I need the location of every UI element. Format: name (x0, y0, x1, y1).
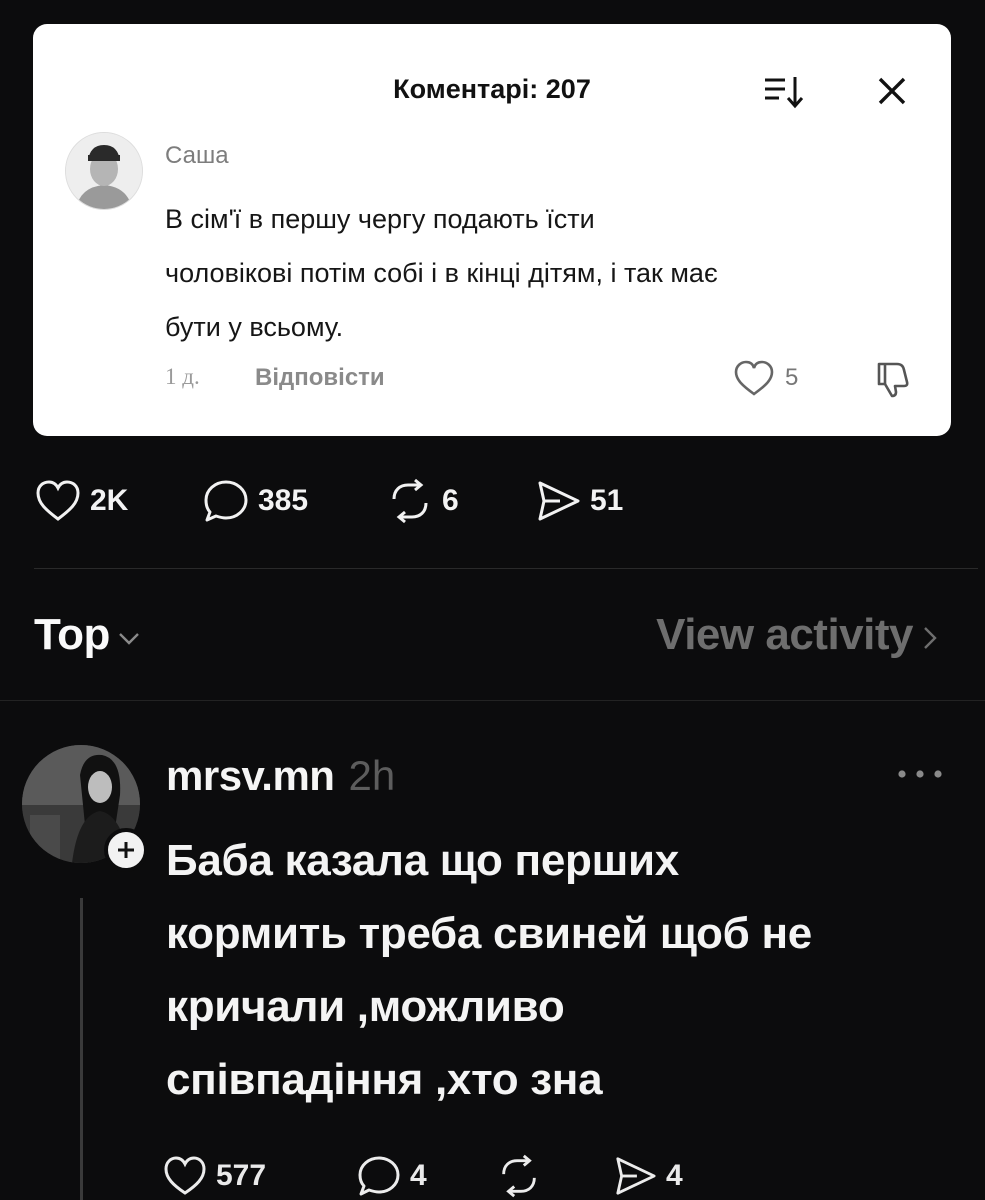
repost-icon (502, 1154, 536, 1198)
share-action[interactable]: 51 (534, 476, 623, 526)
view-activity-label: View activity (656, 610, 913, 659)
repost-count: 6 (442, 484, 459, 517)
reply-text: Баба казала що перших кормить треба свин… (166, 836, 812, 1104)
like-count: 2K (90, 484, 129, 517)
comment-like-count: 5 (785, 364, 799, 391)
comment-time: 1 д. (165, 364, 200, 389)
comment-icon (204, 480, 248, 522)
comments-title: Коментарі: 207 (393, 74, 591, 104)
close-icon[interactable] (875, 74, 909, 108)
reply-repost-action[interactable] (496, 1152, 542, 1200)
sort-dropdown[interactable]: Top (34, 610, 140, 660)
reply-share-action[interactable]: 4 (612, 1152, 683, 1200)
reply-like-action[interactable]: 577 (162, 1152, 266, 1200)
chevron-right-icon (924, 627, 937, 649)
share-count: 51 (590, 484, 624, 517)
repost-icon (392, 478, 428, 524)
commenter-name[interactable]: Саша (165, 142, 229, 170)
dislike-icon[interactable] (871, 358, 913, 398)
like-action[interactable]: 2K (34, 476, 128, 526)
plus-icon (118, 842, 134, 858)
divider (0, 700, 985, 701)
divider (34, 568, 978, 569)
heart-icon (36, 480, 80, 521)
follow-plus-button[interactable] (104, 828, 148, 872)
sort-icon[interactable] (763, 74, 805, 110)
reply-time: 2h (348, 752, 396, 799)
chevron-down-icon (119, 633, 139, 645)
reply-comment-count: 4 (410, 1159, 427, 1192)
reply-share-count: 4 (666, 1159, 683, 1192)
share-icon (616, 1157, 656, 1195)
reply-comment-action[interactable]: 4 (356, 1152, 427, 1200)
share-icon (538, 481, 580, 521)
view-activity-link[interactable]: View activity (656, 610, 937, 660)
reply-header: mrsv.mn 2h (166, 752, 395, 800)
heart-icon (164, 1156, 206, 1195)
commenter-avatar[interactable] (65, 132, 143, 210)
reply-button[interactable]: Відповісти (255, 364, 385, 392)
sort-label: Top (34, 610, 110, 659)
heart-icon[interactable] (733, 360, 775, 398)
reply-like-count: 577 (216, 1159, 267, 1192)
comment-count: 385 (258, 484, 309, 517)
comment-card: Коментарі: 207 Саша В сім'ї в першу черг… (33, 24, 951, 436)
reply-username[interactable]: mrsv.mn (166, 752, 335, 800)
thread-line (80, 898, 83, 1200)
comment-icon (358, 1156, 400, 1196)
more-options-icon[interactable] (896, 768, 944, 780)
comment-text: В сім'ї в першу чергу подають їсти чолов… (165, 204, 718, 342)
repost-action[interactable]: 6 (386, 476, 459, 526)
comment-action[interactable]: 385 (202, 476, 308, 526)
